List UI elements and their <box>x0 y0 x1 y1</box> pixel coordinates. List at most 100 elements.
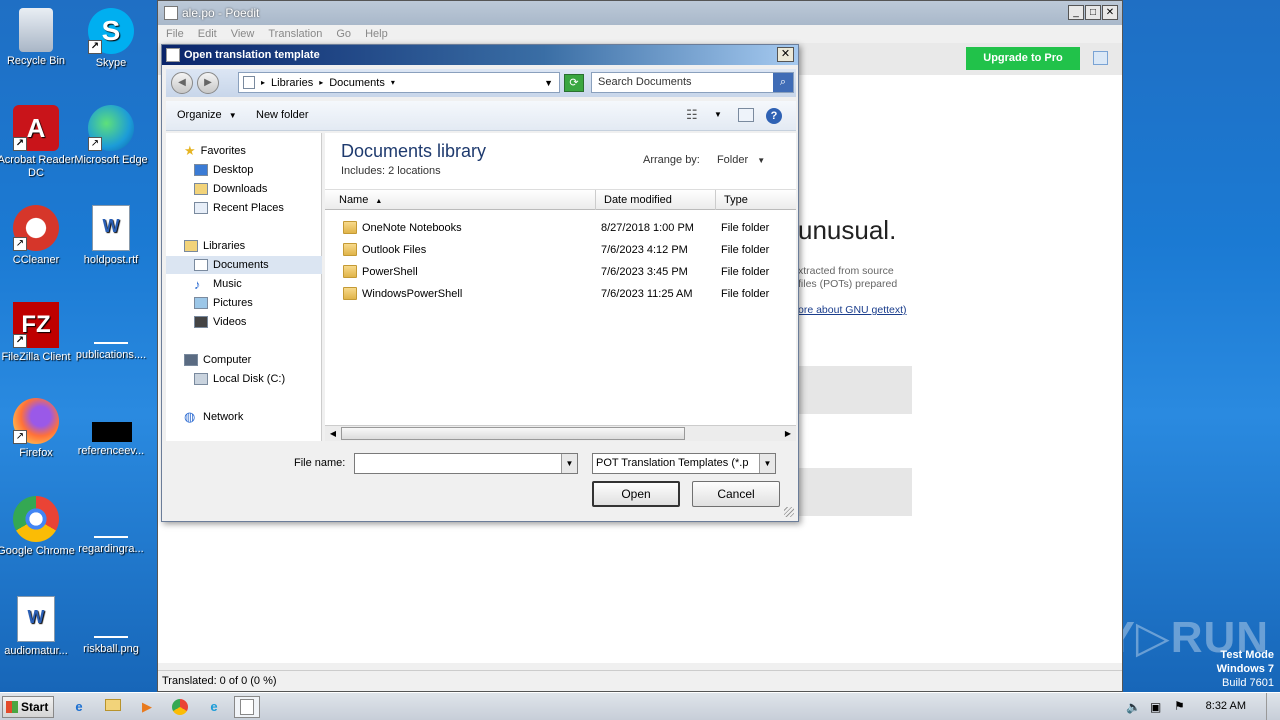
scroll-left-icon[interactable]: ◀ <box>326 427 340 440</box>
computer-icon <box>184 354 198 366</box>
scroll-right-icon[interactable]: ▶ <box>781 427 795 440</box>
menu-view[interactable]: View <box>231 28 255 40</box>
start-button[interactable]: Start <box>2 696 54 718</box>
desktop-icon-holdpost[interactable]: W holdpost.rtf <box>72 205 150 267</box>
desktop-icon-skype[interactable]: S ↗ Skype <box>72 8 150 70</box>
internet-explorer-icon[interactable]: e <box>66 696 92 718</box>
chevron-down-icon: ▼ <box>228 111 237 120</box>
file-row[interactable]: PowerShell 7/6/2023 3:45 PM File folder <box>325 262 796 282</box>
sidebar-toggle-icon[interactable] <box>1093 51 1108 65</box>
file-row[interactable]: Outlook Files 7/6/2023 4:12 PM File fold… <box>325 240 796 260</box>
address-bar[interactable]: ▸ Libraries ▸ Documents ▾ ▼ <box>238 72 560 93</box>
search-icon[interactable]: ⌕ <box>773 73 793 92</box>
minimize-button[interactable]: _ <box>1068 5 1084 20</box>
dialog-close-button[interactable]: ✕ <box>777 47 794 62</box>
back-button[interactable]: ◀ <box>171 72 193 94</box>
poedit-taskbar-icon[interactable] <box>234 696 260 718</box>
dialog-titlebar[interactable]: Open translation template <box>162 45 798 65</box>
preview-pane-icon[interactable] <box>738 108 754 122</box>
desktop-icon-publications[interactable]: publications.... <box>72 302 150 362</box>
refresh-icon[interactable]: ⟳ <box>564 74 584 92</box>
nav-libraries[interactable]: Libraries <box>184 237 245 255</box>
address-dropdown-icon[interactable]: ▼ <box>544 78 553 88</box>
menu-help[interactable]: Help <box>365 28 388 40</box>
dialog-title: Open translation template <box>184 49 320 61</box>
menu-go[interactable]: Go <box>336 28 351 40</box>
help-icon[interactable]: ? <box>766 108 782 124</box>
action-center-flag-icon[interactable]: ⚑ <box>1174 699 1185 713</box>
nav-pictures[interactable]: Pictures <box>194 294 253 312</box>
upgrade-to-pro-button[interactable]: Upgrade to Pro <box>966 47 1080 70</box>
organize-button[interactable]: Organize ▼ <box>177 109 237 121</box>
column-date-modified[interactable]: Date modified <box>596 190 716 210</box>
nav-desktop[interactable]: Desktop <box>194 161 253 179</box>
nav-downloads[interactable]: Downloads <box>194 180 267 198</box>
scrollbar-thumb[interactable] <box>341 427 685 440</box>
media-player-icon[interactable]: ▶ <box>134 696 160 718</box>
column-type[interactable]: Type <box>716 190 796 210</box>
file-row[interactable]: OneNote Notebooks 8/27/2018 1:00 PM File… <box>325 218 796 238</box>
filter-dropdown-icon[interactable]: ▼ <box>759 454 775 473</box>
chevron-down-icon: ▼ <box>757 156 766 165</box>
menu-translation[interactable]: Translation <box>268 28 322 40</box>
arrange-by[interactable]: Arrange by: Folder ▼ <box>643 154 765 166</box>
desktop-icon-ccleaner[interactable]: ↗ CCleaner <box>0 205 75 267</box>
nav-recent-places[interactable]: Recent Places <box>194 199 284 217</box>
sort-ascending-icon: ▲ <box>375 198 383 205</box>
breadcrumb-libraries[interactable]: Libraries <box>271 77 313 89</box>
menu-edit[interactable]: Edit <box>198 28 217 40</box>
gettext-link[interactable]: ore about GNU gettext) <box>798 304 907 316</box>
skype-icon: S ↗ <box>88 8 134 54</box>
desktop-icon-recycle-bin[interactable]: Recycle Bin <box>0 8 75 68</box>
desktop-icon-audiomatur[interactable]: W audiomatur... <box>0 596 75 658</box>
view-dropdown-icon[interactable]: ▼ <box>714 110 722 119</box>
volume-icon[interactable]: 🔈 <box>1126 700 1141 714</box>
clock[interactable]: 8:32 AM <box>1206 700 1246 712</box>
resize-grip-icon[interactable] <box>784 507 794 517</box>
forward-button[interactable]: ▶ <box>197 72 219 94</box>
view-options-icon[interactable]: ☷ <box>686 107 698 123</box>
desktop-icon-acrobat[interactable]: A ↗ Acrobat Reader DC <box>0 105 75 180</box>
welcome-action-button[interactable] <box>798 366 912 414</box>
nav-music[interactable]: ♪ Music <box>194 275 242 293</box>
desktop-icon-regardingra[interactable]: regardingra... <box>72 496 150 556</box>
show-desktop-button[interactable] <box>1266 693 1280 720</box>
maximize-button[interactable]: □ <box>1085 5 1101 20</box>
column-name[interactable]: Name ▲ <box>331 190 596 210</box>
network-tray-icon[interactable]: ▣ <box>1150 700 1161 714</box>
shortcut-arrow-icon: ↗ <box>13 237 27 251</box>
dialog-app-icon <box>166 48 180 62</box>
file-row[interactable]: WindowsPowerShell 7/6/2023 11:25 AM File… <box>325 284 796 304</box>
file-name-dropdown-icon[interactable]: ▼ <box>561 454 577 473</box>
chrome-taskbar-icon[interactable] <box>167 696 193 718</box>
taskbar: Start e ▶ e 🔈 ▣ ⚑ 8:32 AM <box>0 692 1280 720</box>
menu-file[interactable]: File <box>166 28 184 40</box>
nav-network[interactable]: ◍ Network <box>184 408 243 426</box>
library-icon <box>243 76 255 89</box>
nav-computer[interactable]: Computer <box>184 351 251 369</box>
desktop-icon-chrome[interactable]: Google Chrome <box>0 496 75 558</box>
nav-favorites[interactable]: ★ Favorites <box>184 142 246 160</box>
desktop-icon-referenceev[interactable]: referenceev... <box>72 398 150 458</box>
desktop-icon-riskball[interactable]: riskball.png <box>72 596 150 656</box>
nav-local-disk[interactable]: Local Disk (C:) <box>194 370 285 388</box>
desktop-icon-filezilla[interactable]: FZ ↗ FileZilla Client <box>0 302 75 364</box>
breadcrumb-documents[interactable]: Documents <box>329 77 385 89</box>
nav-videos[interactable]: Videos <box>194 313 246 331</box>
edge-taskbar-icon[interactable]: e <box>201 696 227 718</box>
cancel-button[interactable]: Cancel <box>692 481 780 507</box>
search-input[interactable]: Search Documents ⌕ <box>591 72 794 93</box>
file-name-input[interactable] <box>354 453 578 474</box>
library-includes[interactable]: Includes: 2 locations <box>341 165 441 177</box>
desktop-icon-edge[interactable]: ↗ Microsoft Edge <box>72 105 150 167</box>
desktop-icon-firefox[interactable]: ↗ Firefox <box>0 398 75 460</box>
welcome-action-button[interactable] <box>798 468 912 516</box>
poedit-titlebar[interactable]: ale.po - Poedit <box>158 1 1122 25</box>
close-button[interactable]: ✕ <box>1102 5 1118 20</box>
new-folder-button[interactable]: New folder <box>256 109 309 121</box>
horizontal-scrollbar[interactable]: ◀ ▶ <box>325 425 796 441</box>
open-button[interactable]: Open <box>592 481 680 507</box>
nav-documents[interactable]: Documents <box>166 256 322 274</box>
explorer-icon[interactable] <box>100 696 126 718</box>
file-type-filter[interactable]: POT Translation Templates (*.p ▼ <box>592 453 776 474</box>
